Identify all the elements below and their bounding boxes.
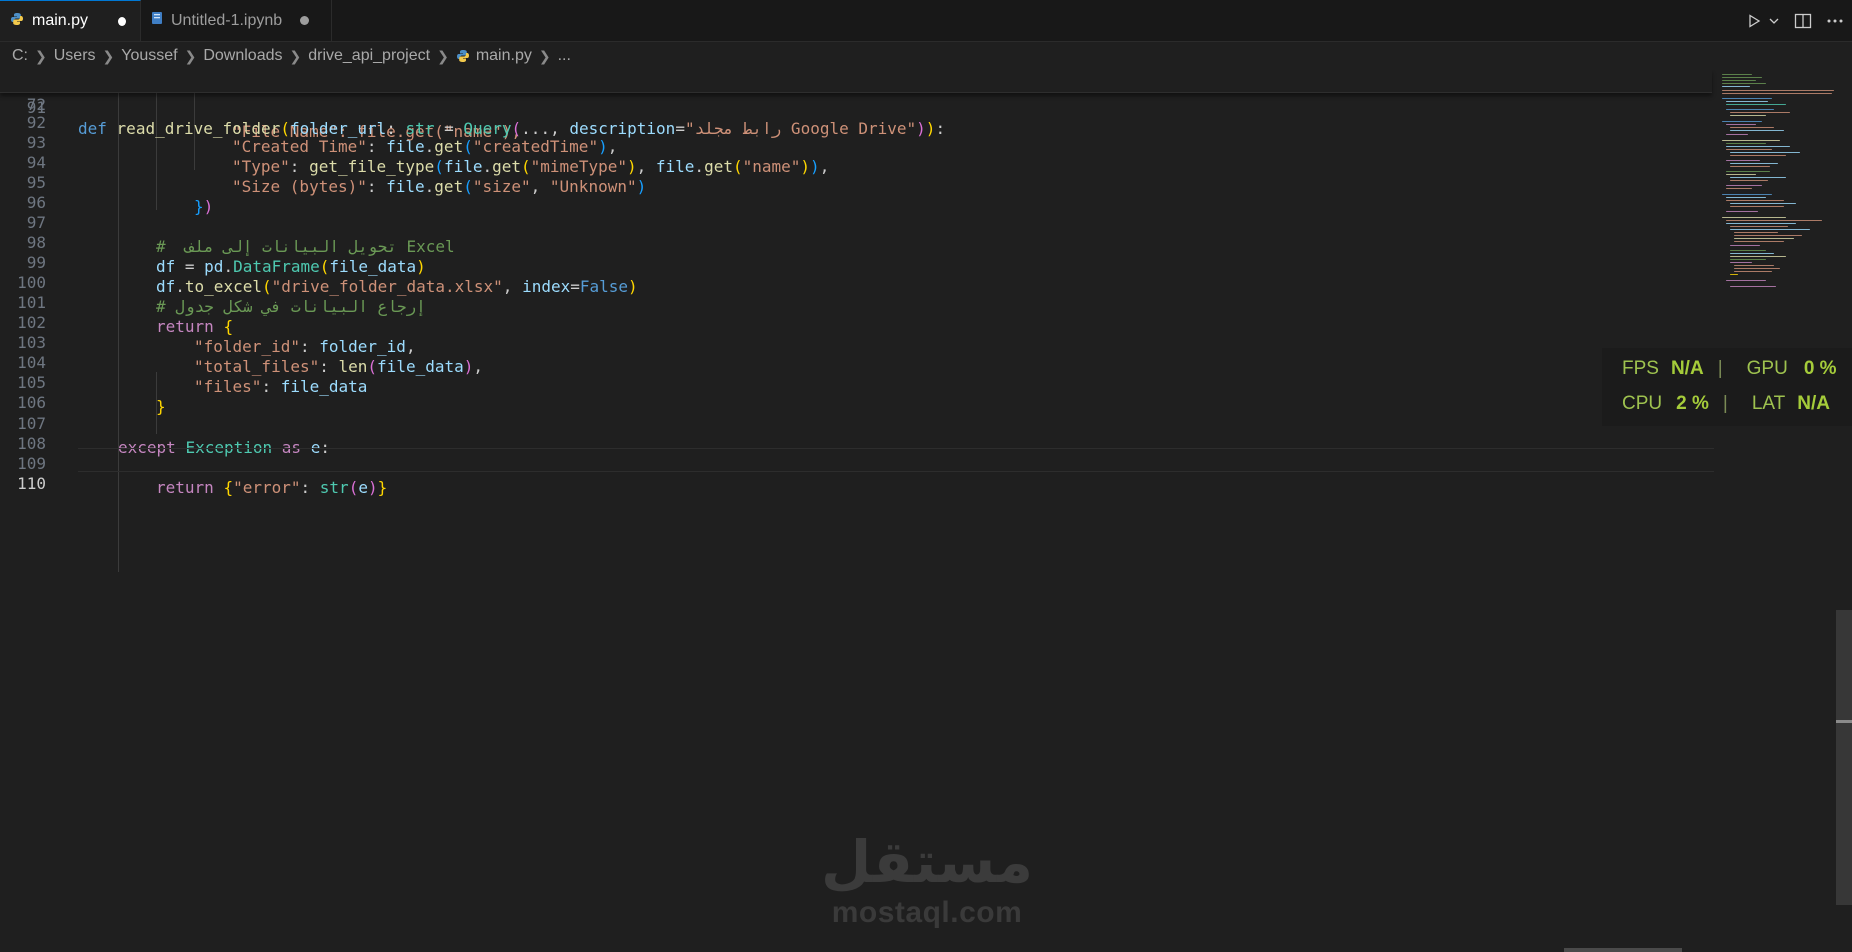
- current-line-highlight: [78, 448, 1714, 472]
- sticky-scroll-header[interactable]: 72 def read_drive_folder(folder_url: str…: [0, 70, 1712, 138]
- breadcrumb-project[interactable]: drive_api_project: [308, 47, 430, 65]
- vscode-window: main.py Untitled-1.ipynb C: ❯ Users ❯ Yo…: [0, 0, 1852, 952]
- tab-main-py[interactable]: main.py: [0, 0, 141, 41]
- vertical-scrollbar[interactable]: [1836, 610, 1852, 905]
- unsaved-dot-icon[interactable]: [118, 16, 126, 26]
- code-line-72: def read_drive_folder(folder_url: str = …: [78, 119, 946, 138]
- watermark-logo-icon: مستقل: [820, 828, 1034, 896]
- python-file-icon: [10, 12, 24, 31]
- lat-value: N/A: [1797, 393, 1830, 414]
- tab-untitled-ipynb[interactable]: Untitled-1.ipynb: [141, 0, 332, 41]
- chevron-right-icon: ❯: [184, 47, 197, 64]
- breadcrumb-file-label: main.py: [475, 47, 532, 64]
- code-editor[interactable]: 72 def read_drive_folder(folder_url: str…: [0, 70, 1852, 952]
- cpu-value: 2 %: [1676, 393, 1709, 414]
- tab-label: Untitled-1.ipynb: [171, 11, 283, 29]
- breadcrumb-symbol[interactable]: ...: [558, 47, 571, 65]
- chevron-right-icon: ❯: [538, 47, 551, 64]
- unsaved-dot-icon[interactable]: [300, 16, 310, 25]
- editor-actions: [1746, 0, 1844, 41]
- chevron-right-icon: ❯: [437, 47, 449, 64]
- gpu-label: GPU: [1746, 358, 1788, 379]
- breadcrumb-users[interactable]: Users: [54, 47, 96, 65]
- lat-label: LAT: [1751, 393, 1786, 414]
- fps-value: N/A: [1670, 358, 1704, 379]
- breadcrumb-drive[interactable]: C:: [12, 47, 28, 65]
- tab-label: main.py: [32, 12, 89, 29]
- minimap[interactable]: [1718, 70, 1836, 310]
- breadcrumb-file[interactable]: main.py: [456, 47, 532, 65]
- breadcrumb: C: ❯ Users ❯ Youssef ❯ Downloads ❯ drive…: [0, 42, 1852, 70]
- chevron-right-icon: ❯: [102, 47, 115, 64]
- line-number: 72: [26, 95, 46, 114]
- scrollbar-cursor-marker: [1836, 720, 1852, 723]
- breadcrumb-downloads[interactable]: Downloads: [203, 47, 282, 65]
- perf-row-bottom: CPU 2 % | LAT N/A: [1622, 389, 1830, 419]
- divider: |: [1722, 393, 1728, 414]
- divider: |: [1717, 358, 1723, 379]
- breadcrumb-youssef[interactable]: Youssef: [121, 47, 177, 65]
- indent-guide: [156, 92, 157, 210]
- perf-row-top: FPS N/A | GPU 0 %: [1622, 354, 1837, 384]
- run-icon[interactable]: [1746, 13, 1762, 29]
- chevron-right-icon: ❯: [289, 47, 302, 64]
- horizontal-scrollbar[interactable]: [1564, 948, 1682, 952]
- fps-label: FPS: [1622, 358, 1659, 379]
- notebook-file-icon: [151, 11, 163, 30]
- watermark-text: mostaql.com: [831, 896, 1023, 929]
- python-file-icon: [456, 50, 469, 62]
- more-icon[interactable]: [1826, 13, 1844, 29]
- chevron-right-icon: ❯: [35, 47, 47, 64]
- cpu-label: CPU: [1622, 393, 1663, 414]
- code-line-current[interactable]: 110: [0, 448, 58, 493]
- chevron-down-icon[interactable]: [1768, 15, 1780, 27]
- split-editor-icon[interactable]: [1794, 13, 1812, 29]
- gpu-value: 0 %: [1803, 358, 1837, 379]
- editor-tab-bar: main.py Untitled-1.ipynb: [0, 0, 1852, 42]
- performance-overlay: FPS N/A | GPU 0 % CPU 2 % | LAT N/A: [1602, 348, 1852, 426]
- indent-guide: [118, 484, 119, 532]
